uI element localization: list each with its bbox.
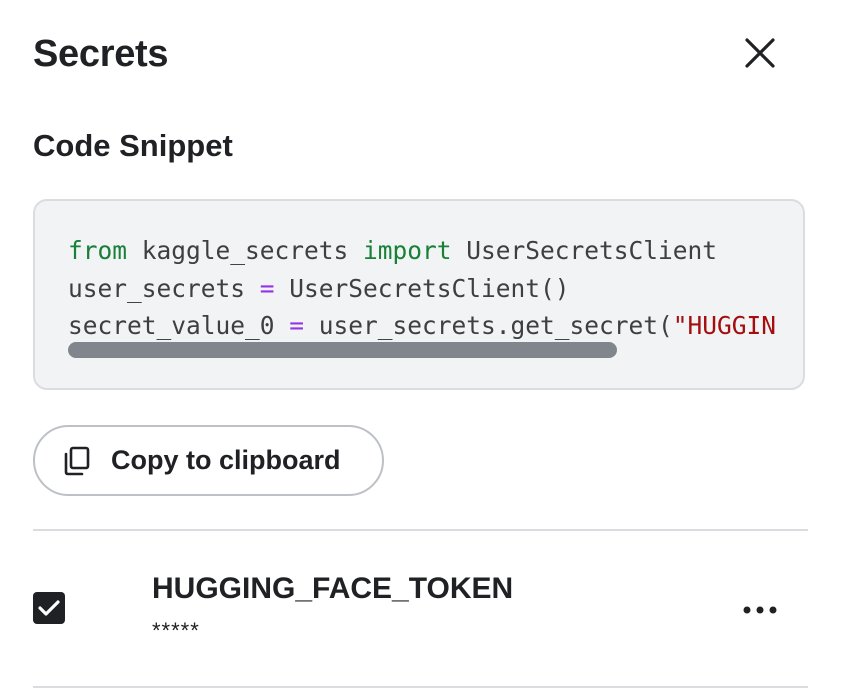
code-token: = [289,311,305,340]
code-token: "HUGGING_FACE_TOKEN" [672,311,775,340]
code-line: user_secrets = UserSecretsClient() [68,270,775,308]
code-token: UserSecretsClient [451,236,718,265]
code-snippet-title: Code Snippet [33,128,233,163]
check-icon [38,600,60,616]
code-token: from [68,236,128,265]
secret-row: HUGGING_FACE_TOKEN ***** [33,531,808,687]
secret-value-masked: ***** [152,618,200,643]
code-snippet-box: from kaggle_secrets import UserSecretsCl… [33,199,805,390]
copy-to-clipboard-button[interactable]: Copy to clipboard [33,425,384,496]
code-token: UserSecretsClient() [274,273,570,303]
divider-bottom [33,686,808,688]
copy-button-label: Copy to clipboard [111,445,341,475]
secret-attach-checkbox[interactable] [33,592,65,624]
copy-icon [63,446,91,476]
close-button[interactable] [736,30,784,78]
code-token: secret_value_0 [68,311,290,340]
close-icon [745,37,775,71]
code-line: from kaggle_secrets import UserSecretsCl… [68,232,775,270]
code-token: = [259,273,275,303]
code-token: import [363,236,452,265]
secret-name: HUGGING_FACE_TOKEN [152,572,514,605]
code-line: secret_value_0 = user_secrets.get_secret… [68,307,775,345]
code-horizontal-scrollbar[interactable] [68,342,617,358]
secret-more-options-button[interactable] [736,586,784,634]
code-token: user_secrets.get_secret( [304,311,673,340]
code-token: kaggle_secrets [127,236,364,265]
code-token: user_secrets [68,273,260,303]
more-horizontal-icon [743,606,777,614]
panel-title: Secrets [33,33,169,75]
